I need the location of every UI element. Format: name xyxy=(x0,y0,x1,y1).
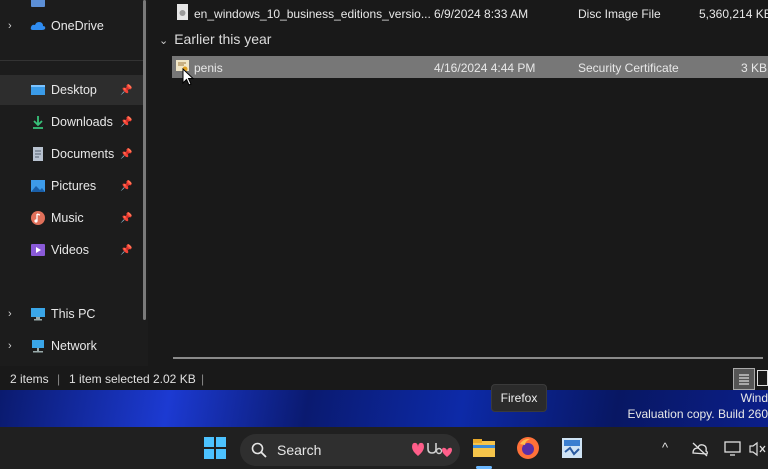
disc-image-file-icon xyxy=(177,4,188,20)
watermark-line-1: Wind xyxy=(740,391,768,405)
group-header-earlier-this-year[interactable]: ⌄ Earlier this year xyxy=(159,31,271,47)
sidebar-item-label: OneDrive xyxy=(51,19,104,33)
horizontal-scrollbar[interactable] xyxy=(173,357,763,359)
file-row-iso[interactable]: en_windows_10_business_editions_versio..… xyxy=(172,2,768,24)
sidebar-item-music[interactable]: Music 📌 xyxy=(0,203,143,233)
network-icon xyxy=(32,340,44,353)
pictures-icon xyxy=(31,180,45,192)
pin-icon[interactable]: 📌 xyxy=(120,181,132,192)
document-icon xyxy=(33,147,43,161)
display-icon[interactable] xyxy=(724,441,741,457)
file-list: en_windows_10_business_editions_versio..… xyxy=(155,0,768,366)
control-panel-icon[interactable] xyxy=(560,436,584,460)
monitor-icon xyxy=(31,308,45,321)
search-label: Search xyxy=(277,442,322,458)
selected-size: 2.02 KB xyxy=(153,372,196,386)
sidebar-item-label: Videos xyxy=(51,243,89,257)
list-view-icon xyxy=(739,374,749,385)
status-bar: 2 items | 1 item selected 2.02 KB | xyxy=(0,366,768,390)
file-size: 5,360,214 KB xyxy=(699,7,768,21)
navigation-pane: › OneDrive Desktop 📌 Downloads 📌 Documen… xyxy=(0,0,148,366)
pin-icon[interactable]: 📌 xyxy=(120,213,132,224)
sidebar-item-network[interactable]: › Network xyxy=(0,331,143,361)
chevron-down-icon[interactable]: ⌄ xyxy=(159,35,168,47)
sidebar-item-pictures[interactable]: Pictures 📌 xyxy=(0,171,143,201)
selected-count: 1 item selected xyxy=(69,372,150,386)
onedrive-cloud-icon xyxy=(30,22,46,30)
file-date: 6/9/2024 8:33 AM xyxy=(434,7,529,21)
file-size: 3 KB xyxy=(741,61,768,75)
download-arrow-icon xyxy=(33,116,43,129)
mouse-cursor-icon xyxy=(182,68,194,86)
sidebar-item-downloads[interactable]: Downloads 📌 xyxy=(0,107,143,137)
sidebar-item-label: Pictures xyxy=(51,179,97,193)
watermark-line-2: Evaluation copy. Build 260 xyxy=(627,407,768,421)
sidebar-item-label: Music xyxy=(51,211,84,225)
network-disconnected-icon[interactable] xyxy=(691,441,709,457)
chevron-right-icon[interactable]: › xyxy=(8,340,18,352)
search-highlight-hearts-icon xyxy=(412,442,452,457)
file-name: en_windows_10_business_editions_versio..… xyxy=(194,7,431,21)
windows-start-icon[interactable] xyxy=(203,436,227,460)
sidebar-item-label: Documents xyxy=(51,147,115,161)
show-hidden-icons-chevron[interactable]: ^ xyxy=(662,440,668,455)
file-explorer-window: › OneDrive Desktop 📌 Downloads 📌 Documen… xyxy=(0,0,768,390)
pin-icon[interactable]: 📌 xyxy=(120,245,132,256)
file-name: penis xyxy=(194,61,223,75)
file-date: 4/16/2024 4:44 PM xyxy=(434,61,536,75)
sidebar-item-label: Network xyxy=(51,339,97,353)
sidebar-item-label: This PC xyxy=(51,307,96,321)
details-view-button[interactable] xyxy=(733,368,755,390)
file-explorer-taskbar-icon[interactable] xyxy=(472,436,496,460)
item-count: 2 items xyxy=(10,372,49,386)
desktop-icon xyxy=(31,85,45,95)
volume-muted-icon[interactable] xyxy=(749,441,768,457)
status-separator: | xyxy=(201,372,205,386)
sidebar-item-this-pc[interactable]: › This PC xyxy=(0,299,143,329)
sidebar-item-documents[interactable]: Documents 📌 xyxy=(0,139,143,169)
pin-icon[interactable]: 📌 xyxy=(120,85,132,96)
music-icon xyxy=(31,211,45,225)
file-type: Security Certificate xyxy=(578,61,679,75)
sidebar-item-label: Desktop xyxy=(51,83,97,97)
pin-icon[interactable]: 📌 xyxy=(120,117,132,128)
sidebar-item-videos[interactable]: Videos 📌 xyxy=(0,235,143,265)
videos-icon xyxy=(31,244,45,256)
tiles-view-button[interactable] xyxy=(757,370,768,386)
taskbar-tooltip: Firefox xyxy=(491,384,547,412)
chevron-right-icon[interactable]: › xyxy=(8,308,18,320)
folder-icon xyxy=(31,0,45,7)
chevron-right-icon[interactable]: › xyxy=(8,20,18,32)
file-type: Disc Image File xyxy=(578,7,661,21)
sidebar-scrollbar[interactable] xyxy=(143,0,146,320)
sidebar-item-onedrive[interactable]: › OneDrive xyxy=(0,11,143,41)
sidebar-item-desktop[interactable]: Desktop 📌 xyxy=(0,75,143,105)
firefox-icon[interactable] xyxy=(516,436,540,460)
group-label: Earlier this year xyxy=(174,31,272,47)
desktop-wallpaper: Wind Evaluation copy. Build 260 xyxy=(0,390,768,427)
file-row-certificate[interactable]: penis 4/16/2024 4:44 PM Security Certifi… xyxy=(172,56,768,78)
divider xyxy=(0,60,143,61)
taskbar-search-box[interactable]: Search xyxy=(240,434,460,466)
search-icon xyxy=(251,442,267,458)
sidebar-item-label: Downloads xyxy=(51,115,113,129)
status-separator: | xyxy=(57,372,61,386)
pin-icon[interactable]: 📌 xyxy=(120,149,132,160)
